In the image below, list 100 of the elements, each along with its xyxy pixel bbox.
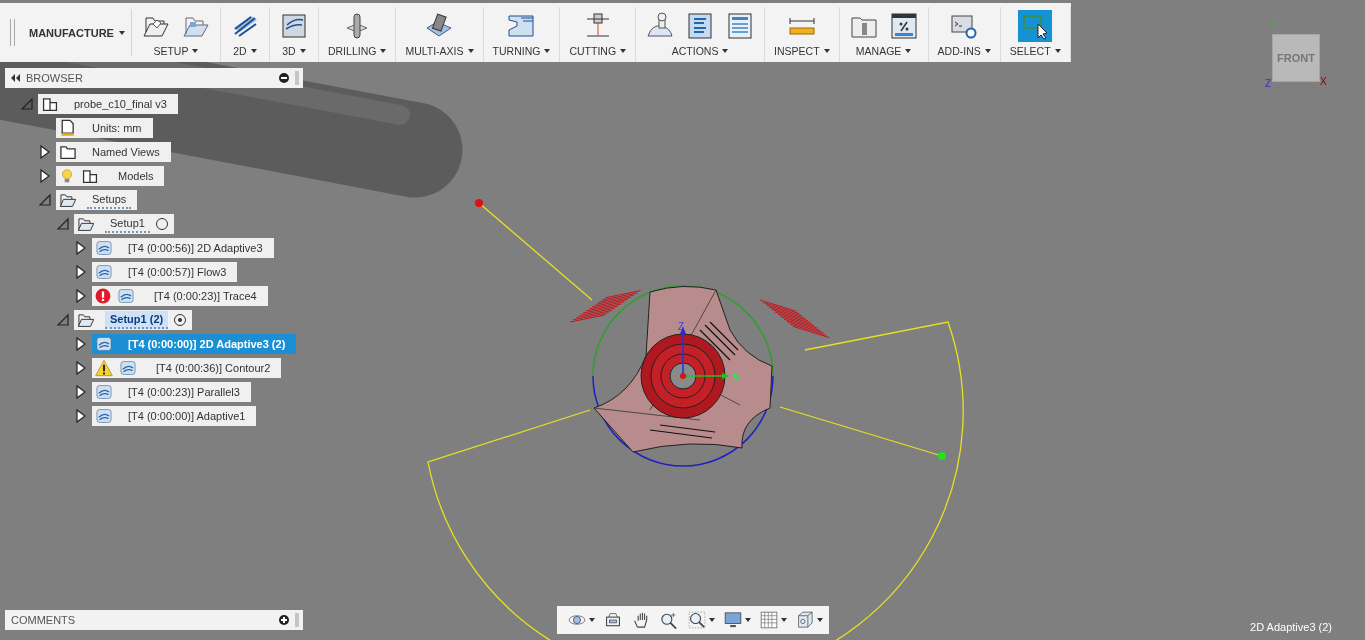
tree-item[interactable]: [T4 (0:00:56)] 2D Adaptive3 [92,238,274,258]
collapse-toggle[interactable] [38,193,52,207]
component-icon [81,167,99,185]
tree-item-label: Units: mm [91,121,143,136]
toolbar-group-menu[interactable]: SELECT [1007,44,1063,58]
nav-tool-button[interactable] [659,610,679,630]
tree-item[interactable]: [T4 (0:00:00)] 2D Adaptive3 (2) [92,334,297,354]
caret-icon [745,618,751,622]
tree-item-label: Setup1 (2) [105,311,169,329]
tree-item[interactable]: Units: mm [56,118,153,138]
tree-item[interactable]: [T4 (0:00:23)] Trace4 [92,286,268,306]
zoom-icon [659,610,679,630]
collapse-toggle[interactable] [20,97,34,111]
status-text: 2D Adaptive3 (2) [1250,621,1332,633]
expand-toggle[interactable] [74,289,88,303]
collapse-toggle[interactable] [56,313,70,327]
panel-title: BROWSER [26,72,84,84]
nav-tool-button[interactable] [723,610,751,630]
tree-item-label: [T4 (0:00:23)] Trace4 [153,289,258,304]
tree-item[interactable]: [T4 (0:00:23)] Parallel3 [92,382,251,402]
caret-icon [984,49,991,53]
expand-toggle[interactable] [38,145,52,159]
collapse-arrows-icon[interactable] [11,74,20,82]
expand-toggle[interactable] [74,409,88,423]
caret-icon [781,618,787,622]
axis-label: Z [1265,78,1272,89]
tree-item-label: [T4 (0:00:57)] Flow3 [127,265,228,280]
toolbar-group-menu[interactable]: TURNING [490,44,553,58]
workspace-menu-button[interactable]: MANUFACTURE [15,9,132,56]
toolbar-group-menu[interactable]: MANAGE [853,44,914,58]
nav-tool-button[interactable] [687,610,715,630]
nav-tool-button[interactable] [759,610,787,630]
monitor-icon [723,610,743,630]
tree-item-label: [T4 (0:00:00)] 2D Adaptive3 (2) [127,337,287,352]
plus-circle-icon[interactable] [279,615,289,625]
toolpath-icon [95,335,113,353]
caret-icon [250,49,257,53]
toolpath-icon [95,263,113,281]
grip-icon[interactable] [295,71,299,85]
tree-item[interactable]: Setups [56,190,138,210]
toolbar-group-menu[interactable]: CUTTING [567,44,629,58]
tree-item[interactable]: Models [56,166,165,186]
tree-item[interactable]: Named Views [56,142,171,162]
axis-label: Y [732,371,740,383]
toolbar-group-menu[interactable]: INSPECT [772,44,832,58]
end-point-marker [938,452,946,460]
expand-toggle[interactable] [74,337,88,351]
toolpath-icon [95,239,113,257]
tree-item-label: probe_c10_final v3 [73,97,168,112]
collapse-toggle[interactable] [56,217,70,231]
document-icon [726,12,755,40]
tree-item-label: [T4 (0:00:00)] Adaptive1 [127,409,247,424]
toolbar-group-menu[interactable]: ADD-INS [935,44,993,58]
setup-folder-icon [59,191,77,209]
caret-icon [905,49,912,53]
expand-toggle[interactable] [74,241,88,255]
toolpath-icon [117,287,135,305]
expand-toggle[interactable] [74,265,88,279]
toolbar-group-menu[interactable]: SETUP [151,44,201,58]
tree-item[interactable]: [T4 (0:00:36)] Contour2 [92,358,282,378]
toolbar-group-menu[interactable]: 3D [280,44,308,58]
setup-folder-icon [77,215,95,233]
caret-icon [1054,49,1061,53]
lathe-icon [507,12,536,40]
folder-icon [59,143,77,161]
percent-window-icon [889,12,918,40]
tree-item[interactable]: Setup1 [74,214,174,234]
tree-item-label: Named Views [91,145,161,160]
caret-icon [299,49,306,53]
toolbar-group-menu[interactable]: 2D [231,44,259,58]
toolbar-icon-button[interactable] [1018,10,1053,42]
nc-code-icon [686,12,715,40]
caret-icon [192,49,199,53]
view-cube-icon [795,610,815,630]
axis-label: Z [678,321,685,332]
expand-toggle[interactable] [38,169,52,183]
expand-toggle[interactable] [74,361,88,375]
tree-item-label: [T4 (0:00:56)] 2D Adaptive3 [127,241,264,256]
caret-icon [589,618,595,622]
tree-item[interactable]: Setup1 (2) [74,310,193,330]
setup-folder-icon [77,311,95,329]
tree-item-label: Setups [87,191,132,209]
toolbar-group-menu[interactable]: ACTIONS [669,44,731,58]
toolpath-icon [95,383,113,401]
tree-item[interactable]: probe_c10_final v3 [38,94,178,114]
axis-label: Y [1270,20,1277,31]
tree-item[interactable]: [T4 (0:00:00)] Adaptive1 [92,406,257,426]
grip-icon[interactable] [295,613,299,627]
minus-circle-icon[interactable] [279,73,289,83]
toolbar-group-menu[interactable]: DRILLING [325,44,389,58]
tree-item-label: Setup1 [105,215,150,233]
nav-tool-button[interactable] [795,610,823,630]
start-point-marker [475,199,483,207]
script-gear-icon [950,12,979,40]
toolbar-group-menu[interactable]: MULTI-AXIS [403,44,476,58]
axis-label: X [1320,76,1327,87]
tree-item[interactable]: [T4 (0:00:57)] Flow3 [92,262,238,282]
panel-title: COMMENTS [11,614,77,626]
expand-toggle[interactable] [74,385,88,399]
tree-item-label: Models [117,169,155,184]
